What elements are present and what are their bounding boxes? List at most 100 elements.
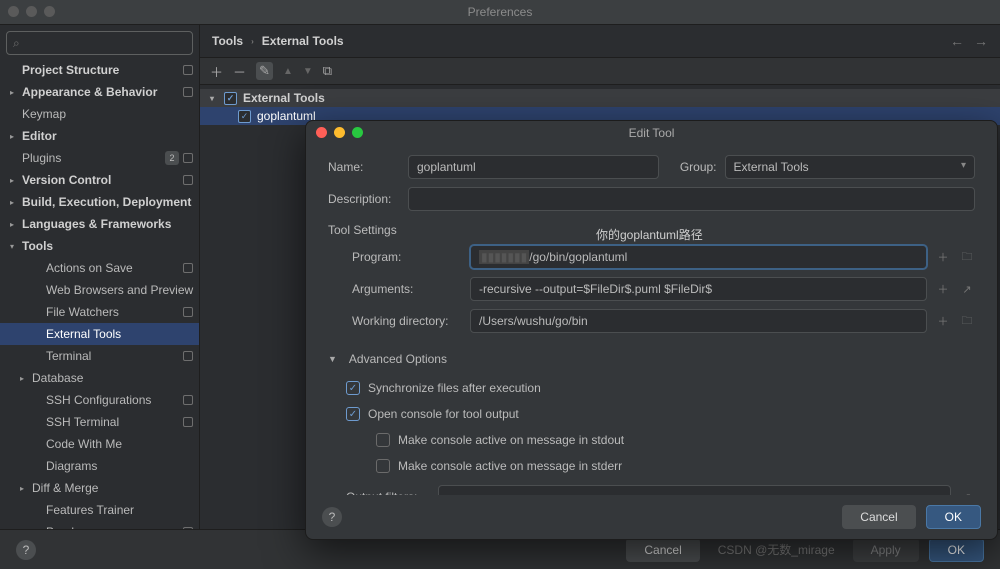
cancel-button[interactable]: Cancel [626, 538, 699, 562]
sidebar-item-label: Languages & Frameworks [22, 217, 199, 231]
edit-button[interactable]: ✎ [256, 62, 273, 80]
modified-icon [183, 87, 193, 97]
window-titlebar: Preferences [0, 0, 1000, 24]
dialog-cancel-button[interactable]: Cancel [842, 505, 915, 529]
sidebar-item-version-control[interactable]: ▸Version Control [0, 169, 199, 191]
nav-back-icon[interactable]: ← [950, 33, 964, 49]
expand-icon[interactable]: ▾ [10, 242, 22, 251]
sidebar-item-label: Features Trainer [46, 503, 199, 517]
browse-icon[interactable]: 🗀 [959, 248, 975, 267]
sidebar-item-diagrams[interactable]: Diagrams [0, 455, 199, 477]
settings-tree[interactable]: Project Structure ▸Appearance & BehaviorK… [0, 59, 199, 545]
chevron-down-icon[interactable]: ▾ [210, 94, 224, 103]
insert-macro-icon[interactable]: ＋ [935, 281, 951, 297]
description-input[interactable] [408, 187, 975, 211]
dialog-title: Edit Tool [629, 126, 675, 140]
sidebar-item-features-trainer[interactable]: Features Trainer [0, 499, 199, 521]
breadcrumb-root[interactable]: Tools [212, 34, 243, 48]
group-checkbox[interactable]: ✓ [224, 92, 237, 105]
sidebar-item-diff-merge[interactable]: ▸Diff & Merge [0, 477, 199, 499]
sidebar-item-terminal[interactable]: Terminal [0, 345, 199, 367]
window-title: Preferences [468, 5, 533, 19]
annotation-text: 你的goplantuml路径 [596, 226, 703, 243]
nav-forward-icon[interactable]: → [974, 33, 988, 49]
maximize-icon[interactable] [44, 6, 55, 17]
sidebar-item-actions-on-save[interactable]: Actions on Save [0, 257, 199, 279]
sidebar-item-label: SSH Configurations [46, 393, 183, 407]
sidebar-item-label: Actions on Save [46, 261, 183, 275]
item-checkbox[interactable]: ✓ [238, 110, 251, 123]
minimize-icon[interactable] [334, 127, 345, 138]
window-traffic-lights[interactable] [8, 6, 55, 17]
ok-button[interactable]: OK [929, 538, 984, 562]
sidebar-item-web-browsers-and-preview[interactable]: Web Browsers and Preview [0, 279, 199, 301]
move-up-icon[interactable]: ▲ [283, 66, 293, 77]
chevron-down-icon[interactable]: ▼ [328, 354, 337, 364]
move-down-icon[interactable]: ▼ [303, 66, 313, 77]
sidebar-item-ssh-terminal[interactable]: SSH Terminal [0, 411, 199, 433]
sidebar-item-plugins[interactable]: Plugins2 [0, 147, 199, 169]
remove-button[interactable]: － [233, 62, 246, 81]
sidebar-item-code-with-me[interactable]: Code With Me [0, 433, 199, 455]
modified-icon [183, 307, 193, 317]
sync-files-checkbox[interactable]: ✓Synchronize files after execution [328, 377, 975, 399]
modified-icon [183, 351, 193, 361]
sidebar-item-label: External Tools [46, 327, 199, 341]
expand-icon[interactable]: ▸ [10, 198, 22, 207]
sidebar-item-label: Build, Execution, Deployment [22, 195, 199, 209]
sidebar-item-file-watchers[interactable]: File Watchers [0, 301, 199, 323]
arguments-input[interactable]: -recursive --output=$FileDir$.puml $File… [470, 277, 927, 301]
output-filters-input[interactable] [438, 485, 951, 495]
advanced-options-heading[interactable]: Advanced Options [349, 352, 447, 366]
close-icon[interactable] [8, 6, 19, 17]
expand-icon[interactable]: ▸ [10, 220, 22, 229]
group-dropdown[interactable]: External Tools [725, 155, 976, 179]
expand-icon[interactable]: ▸ [10, 88, 22, 97]
expand-icon[interactable]: ▸ [10, 132, 22, 141]
expand-icon[interactable]: ▸ [10, 176, 22, 185]
expand-icon[interactable]: ↗ [959, 283, 975, 296]
expand-icon[interactable]: ▸ [20, 374, 32, 383]
name-input[interactable]: goplantuml [408, 155, 659, 179]
sidebar-item-tools[interactable]: ▾Tools [0, 235, 199, 257]
help-button[interactable]: ? [16, 540, 36, 560]
active-stdout-checkbox[interactable]: Make console active on message in stdout [328, 429, 975, 451]
dialog-traffic-lights[interactable] [316, 127, 363, 138]
dialog-help-button[interactable]: ? [322, 507, 342, 527]
sidebar-item-label: Tools [22, 239, 199, 253]
group-label: Group: [667, 160, 717, 174]
apply-button[interactable]: Apply [853, 538, 919, 562]
working-dir-input[interactable]: /Users/wushu/go/bin [470, 309, 927, 333]
close-icon[interactable] [316, 127, 327, 138]
modified-icon [183, 153, 193, 163]
copy-button[interactable]: ⧉ [323, 63, 332, 79]
search-input[interactable]: ⌕ [6, 31, 193, 55]
sidebar-item-label: Project Structure [22, 63, 183, 77]
maximize-icon[interactable] [352, 127, 363, 138]
browse-icon[interactable]: 🗀 [959, 312, 975, 331]
insert-macro-icon[interactable]: ＋ [935, 249, 951, 265]
program-input[interactable]: ▮▮▮▮▮▮▮/go/bin/goplantuml [470, 245, 927, 269]
sidebar-item-build-execution-deployment[interactable]: ▸Build, Execution, Deployment [0, 191, 199, 213]
sidebar-item-keymap[interactable]: Keymap [0, 103, 199, 125]
modified-icon [183, 175, 193, 185]
active-stderr-checkbox[interactable]: Make console active on message in stderr [328, 455, 975, 477]
insert-macro-icon[interactable]: ＋ [935, 313, 951, 329]
sidebar-item-database[interactable]: ▸Database [0, 367, 199, 389]
sidebar-item-ssh-configurations[interactable]: SSH Configurations [0, 389, 199, 411]
sidebar-item-external-tools[interactable]: External Tools [0, 323, 199, 345]
modified-icon [183, 65, 193, 75]
dialog-ok-button[interactable]: OK [926, 505, 981, 529]
sidebar-item-editor[interactable]: ▸Editor [0, 125, 199, 147]
expand-icon[interactable]: ▸ [20, 484, 32, 493]
sidebar-item-appearance-behavior[interactable]: ▸Appearance & Behavior [0, 81, 199, 103]
open-console-checkbox[interactable]: ✓Open console for tool output [328, 403, 975, 425]
minimize-icon[interactable] [26, 6, 37, 17]
sidebar-item-languages-frameworks[interactable]: ▸Languages & Frameworks [0, 213, 199, 235]
sidebar-item-project-structure[interactable]: Project Structure [0, 59, 199, 81]
add-button[interactable]: ＋ [210, 62, 223, 81]
sidebar-item-label: Code With Me [46, 437, 199, 451]
sidebar-item-label: Diagrams [46, 459, 199, 473]
tools-group-row[interactable]: ▾ ✓ External Tools [200, 89, 1000, 107]
sidebar-item-label: Web Browsers and Preview [46, 283, 199, 297]
